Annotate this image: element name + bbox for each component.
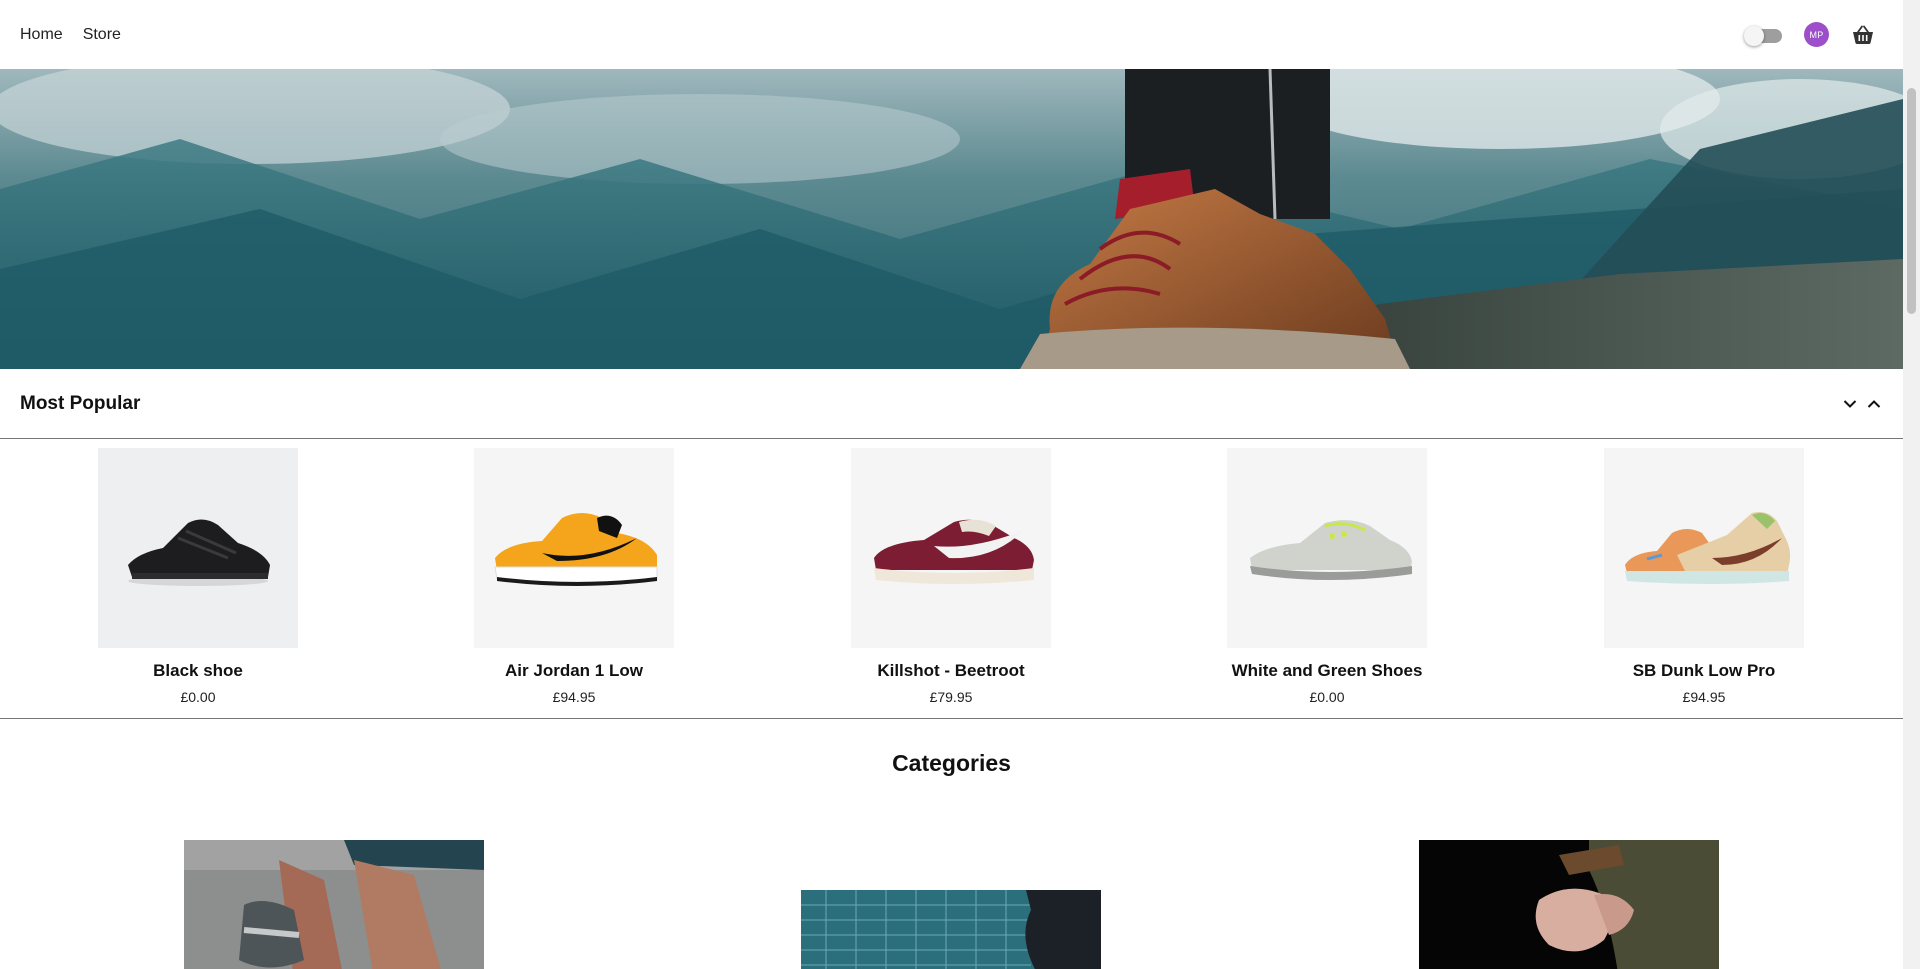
product-name[interactable]: Black shoe xyxy=(78,661,318,681)
chevron-up-icon[interactable] xyxy=(1867,397,1881,411)
theme-toggle[interactable] xyxy=(1744,25,1782,46)
product-image[interactable] xyxy=(1227,448,1427,648)
user-avatar[interactable]: MP xyxy=(1804,22,1829,47)
most-popular-header: Most Popular xyxy=(0,369,1903,439)
category-image-city[interactable] xyxy=(801,890,1101,969)
basket-icon[interactable] xyxy=(1851,23,1875,47)
nav-links: Home Store xyxy=(20,26,121,44)
product-image[interactable] xyxy=(98,448,298,648)
chevron-down-icon[interactable] xyxy=(1843,397,1857,411)
carousel-controls xyxy=(1843,397,1883,411)
most-popular-title: Most Popular xyxy=(20,392,141,414)
product-card[interactable]: SB Dunk Low Pro £94.95 xyxy=(1584,448,1824,705)
product-card[interactable]: Killshot - Beetroot £79.95 xyxy=(831,448,1071,705)
product-price: £0.00 xyxy=(180,689,216,705)
toggle-knob xyxy=(1744,25,1764,46)
product-card[interactable]: White and Green Shoes £0.00 xyxy=(1207,448,1447,705)
product-price: £79.95 xyxy=(929,689,973,705)
page: Home Store MP Most Popular Black shoe £0… xyxy=(0,0,1903,969)
category-image-clothing[interactable] xyxy=(1419,840,1719,969)
product-image[interactable] xyxy=(474,448,674,648)
product-name[interactable]: White and Green Shoes xyxy=(1207,661,1447,681)
nav-store-link[interactable]: Store xyxy=(83,26,121,44)
product-price: £94.95 xyxy=(1682,689,1726,705)
nav-home-link[interactable]: Home xyxy=(20,26,63,44)
product-image[interactable] xyxy=(1604,448,1804,648)
hero-banner xyxy=(0,69,1903,369)
product-card[interactable]: Black shoe £0.00 xyxy=(78,448,318,705)
category-image-running[interactable] xyxy=(184,840,484,969)
product-price: £0.00 xyxy=(1309,689,1345,705)
page-scrollbar[interactable] xyxy=(1903,0,1920,969)
scrollbar-thumb[interactable] xyxy=(1907,88,1916,314)
product-name[interactable]: SB Dunk Low Pro xyxy=(1584,661,1824,681)
hero-image xyxy=(0,69,1903,369)
product-card[interactable]: Air Jordan 1 Low £94.95 xyxy=(454,448,694,705)
popular-products-list: Black shoe £0.00 Air Jordan 1 Low £94.95 xyxy=(0,440,1903,719)
categories-title: Categories xyxy=(892,750,1011,776)
top-navbar: Home Store MP xyxy=(0,0,1903,69)
product-image[interactable] xyxy=(851,448,1051,648)
product-name[interactable]: Killshot - Beetroot xyxy=(831,661,1071,681)
product-name[interactable]: Air Jordan 1 Low xyxy=(454,661,694,681)
product-price: £94.95 xyxy=(552,689,596,705)
nav-actions: MP xyxy=(1744,22,1883,47)
